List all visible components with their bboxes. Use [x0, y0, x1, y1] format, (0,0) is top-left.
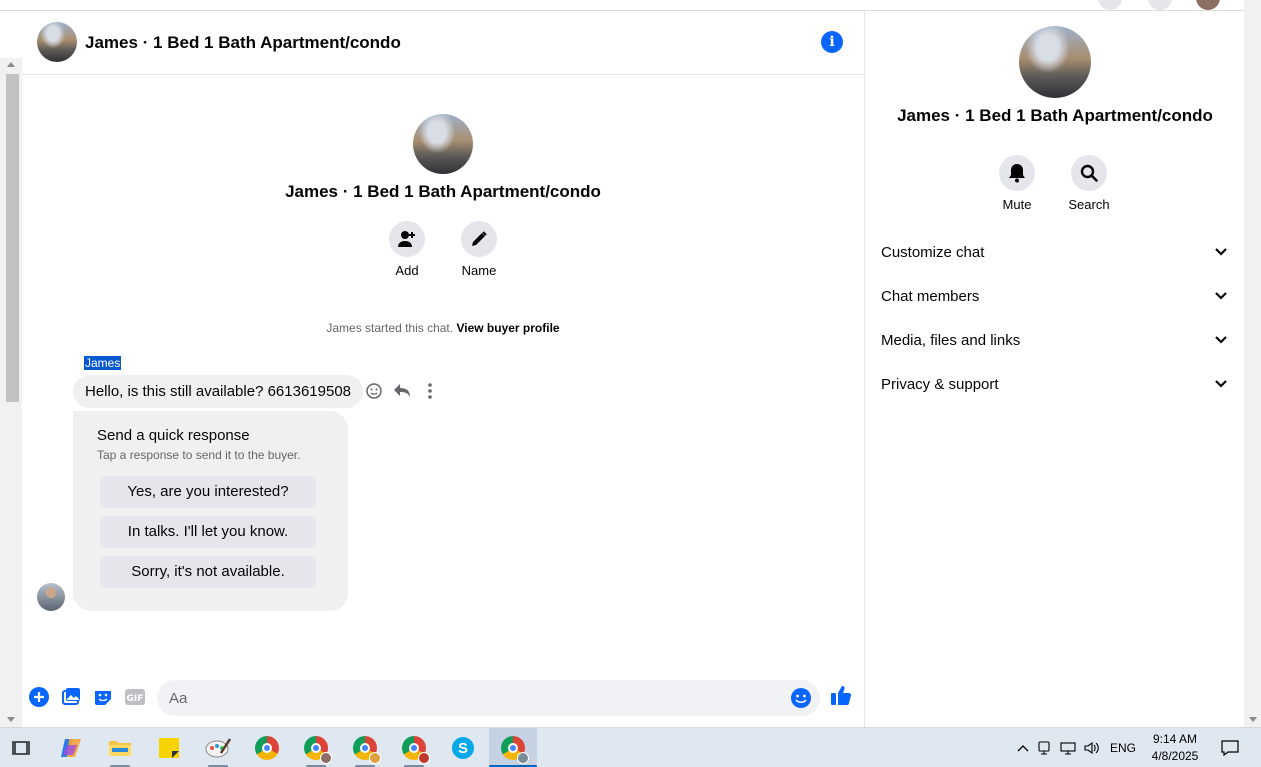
file-explorer-icon[interactable]	[96, 728, 144, 767]
quick-reply-button[interactable]: Yes, are you interested?	[100, 476, 316, 508]
quick-reply-button[interactable]: Sorry, it's not available.	[100, 556, 316, 588]
message-bubble[interactable]: Hello, is this still available? 66136195…	[73, 375, 364, 408]
page-scrollbar[interactable]	[1244, 0, 1261, 727]
scroll-down-arrow[interactable]	[7, 717, 15, 722]
section-privacy-support[interactable]: Privacy & support	[881, 369, 1229, 399]
clock[interactable]: 9:14 AM 4/8/2025	[1146, 731, 1204, 765]
message-actions	[365, 381, 439, 401]
svg-text:S: S	[458, 740, 468, 757]
svg-text:GIF: GIF	[127, 694, 144, 704]
add-people-button[interactable]: Add	[377, 221, 437, 278]
meet-now-icon[interactable]	[1032, 741, 1056, 755]
view-buyer-profile-link[interactable]: View buyer profile	[456, 321, 559, 335]
name-label: Name	[461, 263, 497, 278]
chat-header: James · 1 Bed 1 Bath Apartment/condo i	[22, 11, 864, 75]
section-chat-members[interactable]: Chat members	[881, 281, 1229, 311]
sender-name: James	[84, 356, 122, 370]
quick-response-subtitle: Tap a response to send it to the buyer.	[97, 448, 301, 462]
chat-avatar[interactable]	[37, 22, 77, 62]
search-button[interactable]: Search	[1054, 155, 1124, 212]
conversation-avatar	[413, 114, 473, 174]
skype-icon[interactable]: S	[439, 728, 487, 767]
like-icon[interactable]	[830, 684, 852, 706]
clock-time: 9:14 AM	[1152, 732, 1198, 746]
react-icon[interactable]	[365, 381, 383, 401]
info-title: James · 1 Bed 1 Bath Apartment/condo	[897, 106, 1213, 125]
conversation-title: James · 1 Bed 1 Bath Apartment/condo	[285, 182, 601, 201]
paint-icon[interactable]	[194, 728, 242, 767]
notification-icon[interactable]	[1210, 728, 1250, 767]
chrome-profile-icon[interactable]	[390, 728, 438, 767]
sticker-icon[interactable]	[92, 686, 114, 708]
message-composer: GIF	[22, 678, 864, 718]
chrome-profile-icon[interactable]	[292, 728, 340, 767]
clock-date: 4/8/2025	[1151, 749, 1199, 763]
message-input[interactable]	[169, 680, 779, 716]
mute-button[interactable]: Mute	[982, 155, 1052, 212]
system-message-text: James started this chat.	[326, 321, 454, 335]
section-label: Media, files and links	[881, 331, 1021, 349]
name-chat-button[interactable]: Name	[449, 221, 509, 278]
section-label: Privacy & support	[881, 375, 999, 393]
top-icon-partial[interactable]	[1098, 0, 1122, 10]
chevron-down-icon	[1213, 376, 1229, 392]
chat-info-panel: James · 1 Bed 1 Bath Apartment/condo Mut…	[864, 11, 1244, 727]
network-icon[interactable]	[1056, 741, 1080, 755]
add-person-icon	[389, 221, 425, 257]
section-label: Customize chat	[881, 243, 985, 261]
chevron-down-icon	[1213, 332, 1229, 348]
chrome-icon[interactable]	[243, 728, 291, 767]
scroll-down-arrow[interactable]	[1249, 717, 1257, 722]
sticky-notes-icon[interactable]	[145, 728, 193, 767]
add-label: Add	[395, 263, 419, 278]
scroll-up-arrow[interactable]	[7, 62, 15, 67]
section-label: Chat members	[881, 287, 980, 305]
chat-panel: James · 1 Bed 1 Bath Apartment/condo i J…	[22, 11, 864, 727]
app-window: James · 1 Bed 1 Bath Apartment/condo i J…	[0, 0, 1261, 767]
emoji-icon[interactable]	[790, 687, 812, 709]
more-options-icon[interactable]	[421, 381, 439, 401]
system-message: James started this chat. View buyer prof…	[22, 321, 864, 335]
chevron-down-icon	[1213, 244, 1229, 260]
quick-response-card: Send a quick response Tap a response to …	[73, 411, 348, 611]
section-customize-chat[interactable]: Customize chat	[881, 237, 1229, 267]
gif-icon[interactable]: GIF	[124, 686, 146, 708]
chrome-profile-icon[interactable]	[341, 728, 389, 767]
bell-icon	[999, 155, 1035, 191]
quick-response-title: Send a quick response	[97, 427, 250, 444]
search-label: Search	[1068, 197, 1110, 212]
chat-title[interactable]: James · 1 Bed 1 Bath Apartment/condo	[85, 33, 401, 53]
reply-icon[interactable]	[393, 381, 411, 401]
mute-label: Mute	[1002, 197, 1032, 212]
section-media-files-links[interactable]: Media, files and links	[881, 325, 1229, 355]
pencil-icon	[461, 221, 497, 257]
top-icon-partial[interactable]	[1148, 0, 1172, 10]
quick-reply-button[interactable]: In talks. I'll let you know.	[100, 516, 316, 548]
photo-icon[interactable]	[60, 686, 82, 708]
profile-avatar-partial[interactable]	[1196, 0, 1220, 10]
info-avatar	[1019, 26, 1091, 98]
search-icon	[1071, 155, 1107, 191]
info-icon[interactable]: i	[821, 31, 843, 53]
chat-scrollbar[interactable]	[0, 58, 22, 727]
task-view-icon[interactable]	[0, 728, 42, 767]
sender-avatar[interactable]	[37, 583, 65, 611]
plus-icon[interactable]	[28, 686, 50, 708]
volume-icon[interactable]	[1080, 741, 1104, 755]
top-strip	[0, 0, 1244, 11]
message-input-wrapper	[157, 680, 820, 716]
language-indicator[interactable]: ENG	[1104, 741, 1142, 755]
windows-taskbar: S ENG 9:14 AM 4/8/2025	[0, 727, 1261, 767]
chevron-down-icon	[1213, 288, 1229, 304]
copilot-icon[interactable]	[47, 728, 95, 767]
chevron-up-icon[interactable]	[1014, 744, 1032, 752]
chrome-profile-icon-active[interactable]	[489, 728, 537, 767]
scrollbar-thumb[interactable]	[6, 74, 19, 402]
system-tray: ENG	[1014, 728, 1142, 767]
